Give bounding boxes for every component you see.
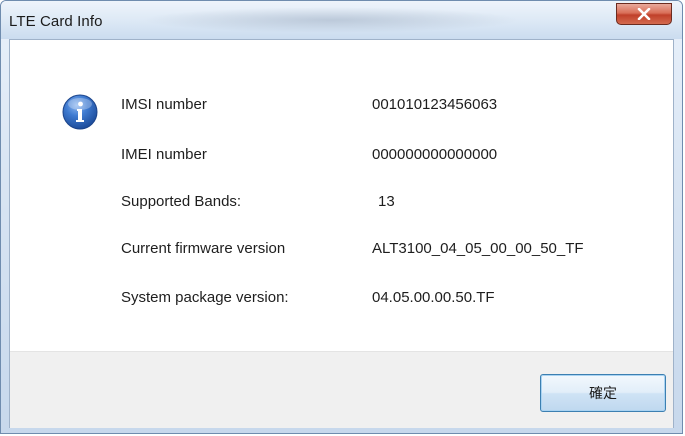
imsi-value: 001010123456063 [372, 96, 498, 113]
window-title: LTE Card Info [9, 13, 103, 30]
system-package-version-value: 04.05.00.00.50.TF [372, 289, 495, 306]
supported-bands-value: 13 [378, 193, 395, 210]
dialog-content: IMSI number 001010123456063 IMEI number … [9, 39, 674, 428]
title-bar[interactable]: LTE Card Info [1, 1, 682, 39]
firmware-version-value: ALT3100_04_05_00_00_50_TF [372, 240, 584, 257]
imsi-label: IMSI number [121, 96, 207, 113]
close-button[interactable] [616, 3, 672, 25]
supported-bands-label: Supported Bands: [121, 193, 242, 210]
imei-value: 000000000000000 [372, 146, 498, 163]
ok-button[interactable]: 確定 [540, 374, 666, 412]
dialog-window: LTE Card Info IMSI number 00101012345606… [0, 0, 683, 434]
title-bar-glare [141, 7, 521, 33]
dialog-footer: 確定 [10, 351, 673, 428]
firmware-version-label: Current firmware version [121, 240, 286, 257]
close-icon [637, 8, 651, 20]
imei-label: IMEI number [121, 146, 207, 163]
info-icon [62, 94, 98, 130]
system-package-version-label: System package version: [121, 289, 289, 306]
